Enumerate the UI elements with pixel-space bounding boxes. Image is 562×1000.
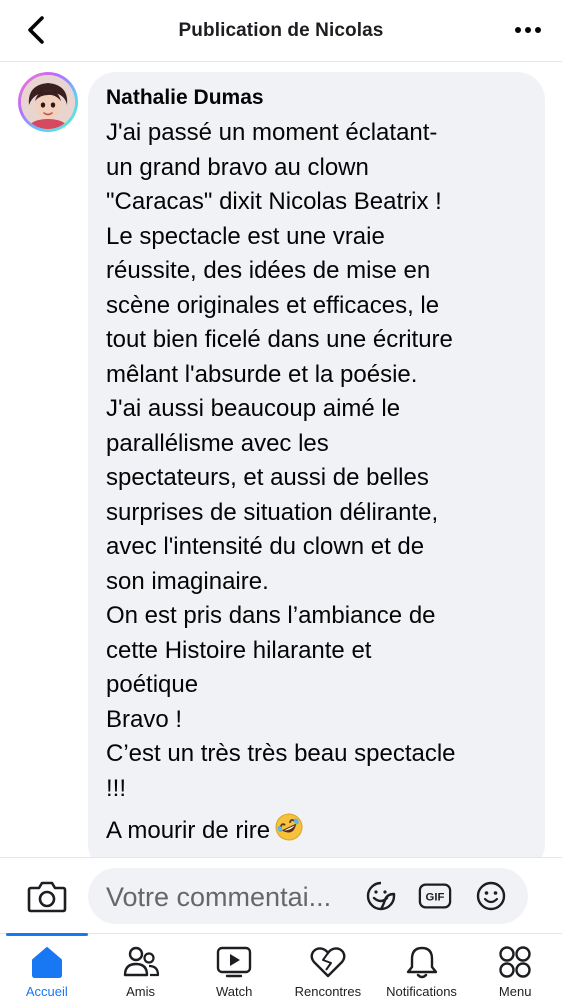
comment-line: surprises de situation délirante, (106, 498, 439, 526)
camera-button[interactable] (26, 876, 68, 916)
comment-line: C’est un très très beau spectacle (106, 740, 456, 767)
comment-line: On est pris dans l’ambiance de (106, 602, 436, 629)
comment-line-text: A mourir de rire (106, 817, 271, 844)
nav-item-watch[interactable]: Watch (187, 934, 281, 1000)
menu-grid-icon (495, 944, 535, 980)
nav-label: Rencontres (294, 984, 362, 999)
sticker-button[interactable] (364, 880, 398, 912)
comment-line: !!! (106, 774, 127, 802)
nav-item-notifications[interactable]: Notifications (375, 934, 469, 1000)
sticker-icon (366, 881, 396, 911)
nav-label: Amis (126, 984, 155, 999)
comment-line: Le spectacle est une vraie (106, 222, 385, 250)
chevron-left-icon (28, 16, 44, 44)
comment-line: J'ai aussi beaucoup aimé le (106, 395, 401, 422)
nav-item-menu[interactable]: Menu (468, 934, 562, 1000)
comment-author[interactable]: Nathalie Dumas (106, 86, 527, 110)
gif-label: GIF (426, 892, 445, 904)
nav-label: Menu (498, 984, 532, 999)
comment-line: "Caracas" dixit Nicolas Beatrix ! (106, 188, 442, 215)
bell-icon (402, 944, 442, 980)
home-icon (27, 944, 67, 980)
comment-line: Bravo ! (106, 705, 183, 733)
top-bar: Publication de Nicolas (0, 0, 562, 62)
avatar[interactable] (18, 72, 78, 132)
comment-line: tout bien ficelé dans une écriture (106, 326, 453, 353)
nav-item-rencontres[interactable]: Rencontres (281, 934, 375, 1000)
comment-line: avec l'intensité du clown et de (106, 533, 425, 560)
comment-input[interactable]: Votre commentai... GIF (88, 868, 528, 924)
comment-line: mêlant l'absurde et la poésie. (106, 360, 418, 388)
comment-composer: Votre commentai... GIF (0, 857, 562, 933)
watch-icon (214, 944, 254, 980)
bottom-nav: Accueil Amis Watch Rencontres Notificati… (0, 933, 562, 1000)
comment-line: un grand bravo au clown (106, 153, 369, 181)
app-root: Publication de Nicolas Nathalie Dumas J'… (0, 0, 562, 1000)
comment-bubble[interactable]: Nathalie Dumas J'ai passé un moment écla… (88, 72, 545, 857)
laughing-emoji-icon (274, 812, 304, 853)
camera-icon (27, 881, 67, 913)
comment-line-last: A mourir de rire (106, 812, 527, 853)
nav-label: Watch (216, 984, 253, 999)
more-horizontal-icon (515, 27, 541, 33)
nav-label: Accueil (25, 984, 68, 999)
comment-line: poétique (106, 671, 199, 698)
page-title: Publication de Nicolas (178, 19, 384, 41)
emoji-button[interactable] (474, 880, 508, 912)
comment-line: son imaginaire. (106, 567, 269, 595)
avatar-image (21, 75, 75, 129)
nav-label: Notifications (386, 984, 457, 999)
more-options-button[interactable] (510, 12, 546, 48)
emoji-icon (476, 881, 506, 911)
friends-icon (121, 944, 161, 980)
comment-line: scène originales et efficaces, le (106, 291, 440, 319)
back-button[interactable] (18, 12, 54, 48)
gif-icon: GIF (418, 883, 452, 909)
nav-item-accueil[interactable]: Accueil (0, 933, 94, 1000)
heart-icon (308, 944, 348, 980)
comment-thread: Nathalie Dumas J'ai passé un moment écla… (0, 62, 562, 857)
gif-button[interactable]: GIF (418, 880, 452, 912)
comment-input-placeholder: Votre commentai... (106, 882, 332, 912)
comment-line: cette Histoire hilarante et (106, 636, 372, 664)
comment-line: J'ai passé un moment éclatant- (106, 119, 438, 146)
nav-item-amis[interactable]: Amis (94, 934, 188, 1000)
comment-line: parallélisme avec les (106, 429, 329, 457)
comment-line: réussite, des idées de mise en (106, 257, 431, 284)
comment-line: spectateurs, et aussi de belles (106, 464, 429, 491)
